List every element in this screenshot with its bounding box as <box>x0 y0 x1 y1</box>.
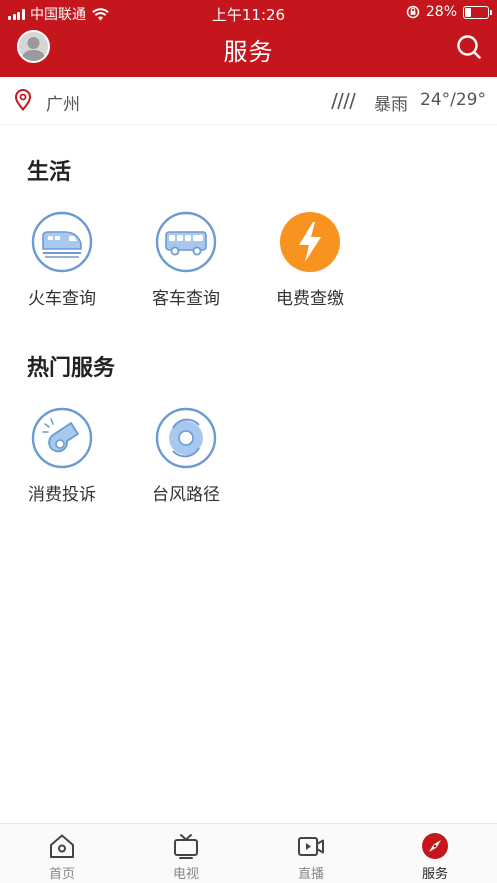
status-bar: 中国联通 上午11:26 28% <box>0 0 497 26</box>
service-train-query[interactable]: 火车查询 <box>12 211 112 309</box>
compass-icon <box>422 833 448 859</box>
train-icon <box>31 211 93 273</box>
service-consumer-complaint[interactable]: 消费投诉 <box>12 407 112 505</box>
home-icon <box>50 834 74 858</box>
service-label: 消费投诉 <box>28 485 96 505</box>
bus-icon <box>155 211 217 273</box>
service-label: 客车查询 <box>152 289 220 309</box>
tab-label: 首页 <box>48 867 75 882</box>
video-icon <box>298 837 324 856</box>
search-icon[interactable] <box>455 33 483 61</box>
tab-home[interactable]: 首页 <box>12 824 112 883</box>
service-label: 台风路径 <box>152 485 220 505</box>
bottom-tab-bar: 首页 电视 直播 服务 <box>0 823 497 883</box>
top-header: 中国联通 上午11:26 28% 服务 <box>0 0 497 77</box>
location-pin-icon[interactable] <box>14 89 32 111</box>
tab-service[interactable]: 服务 <box>385 824 485 883</box>
tab-live[interactable]: 直播 <box>261 824 361 883</box>
tab-label: 服务 <box>421 867 448 882</box>
service-bus-query[interactable]: 客车查询 <box>136 211 236 309</box>
status-right: 28% <box>406 4 492 20</box>
location-weather-bar: 广州 暴雨 24°/29° <box>0 77 497 125</box>
page-title: 服务 <box>223 38 274 66</box>
rain-icon <box>331 92 356 110</box>
whistle-icon <box>31 407 93 469</box>
city-name[interactable]: 广州 <box>46 90 80 115</box>
service-electricity-payment[interactable]: 电费查缴 <box>260 211 360 309</box>
battery-icon <box>463 5 492 19</box>
orientation-lock-icon <box>406 5 420 19</box>
tab-tv[interactable]: 电视 <box>136 824 236 883</box>
lightning-icon <box>280 212 340 272</box>
weather-condition: 暴雨 <box>374 95 408 115</box>
service-label: 火车查询 <box>28 289 96 309</box>
service-typhoon-path[interactable]: 台风路径 <box>136 407 236 505</box>
tab-label: 电视 <box>172 867 199 882</box>
nav-bar: 服务 <box>0 26 497 77</box>
battery-percent: 28% <box>425 4 457 20</box>
service-label: 电费查缴 <box>276 289 344 309</box>
tab-label: 直播 <box>297 867 324 882</box>
tv-icon <box>174 834 198 859</box>
battery-level <box>465 7 471 17</box>
weather-temperature: 24°/29° <box>420 90 486 110</box>
typhoon-icon <box>155 407 217 469</box>
section-title-popular: 热门服务 <box>27 356 116 381</box>
section-title-life: 生活 <box>27 160 72 185</box>
